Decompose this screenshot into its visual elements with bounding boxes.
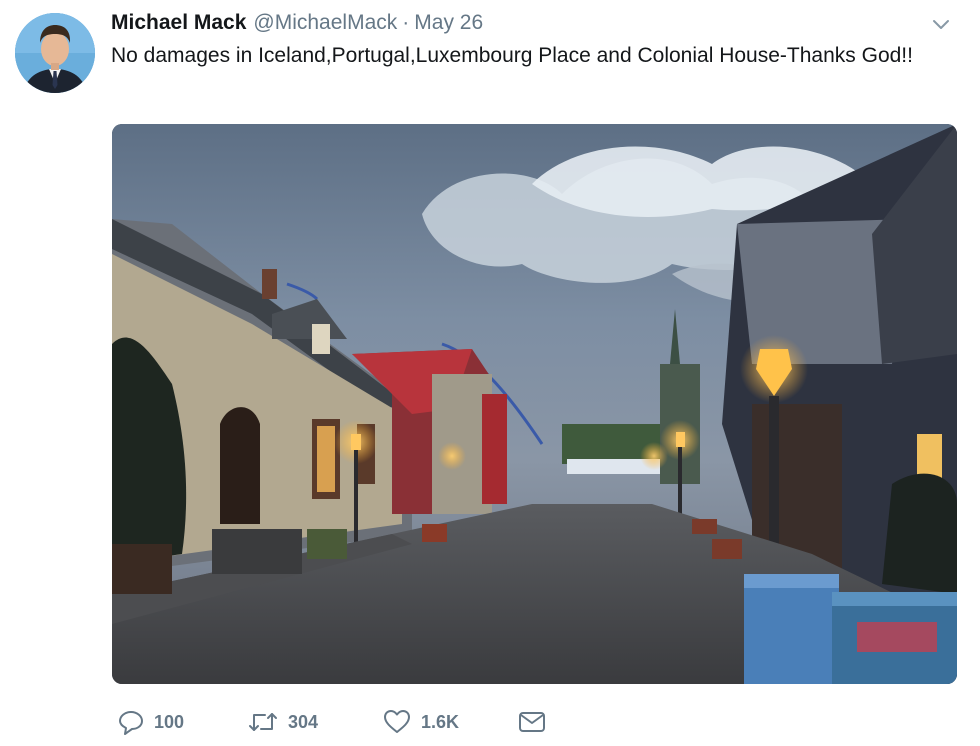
- reply-icon: [117, 708, 145, 736]
- like-count: 1.6K: [421, 711, 460, 732]
- author-name[interactable]: Michael Mack: [111, 11, 246, 35]
- retweet-button[interactable]: 304: [247, 708, 382, 736]
- separator: ·: [402, 11, 410, 34]
- action-bar: 100 304 1.6K: [117, 706, 547, 738]
- like-button[interactable]: 1.6K: [382, 708, 517, 736]
- tweet-photo[interactable]: [112, 124, 957, 684]
- tweet-text: No damages in Iceland,Portugal,Luxembour…: [111, 44, 913, 67]
- tweet-date[interactable]: May 26: [414, 11, 483, 35]
- chevron-down-icon[interactable]: [928, 12, 954, 38]
- author-handle[interactable]: @MichaelMack: [253, 11, 397, 35]
- retweet-count: 304: [288, 711, 319, 732]
- direct-message-button[interactable]: [517, 708, 547, 736]
- tweet-header: Michael Mack @MichaelMack · May 26: [111, 11, 920, 39]
- heart-icon: [382, 708, 412, 736]
- tweet: Michael Mack @MichaelMack · May 26 No da…: [0, 0, 980, 746]
- reply-button[interactable]: 100: [117, 708, 247, 736]
- retweet-icon: [247, 708, 279, 736]
- reply-count: 100: [154, 711, 185, 732]
- envelope-icon: [517, 708, 547, 736]
- avatar[interactable]: [15, 13, 95, 93]
